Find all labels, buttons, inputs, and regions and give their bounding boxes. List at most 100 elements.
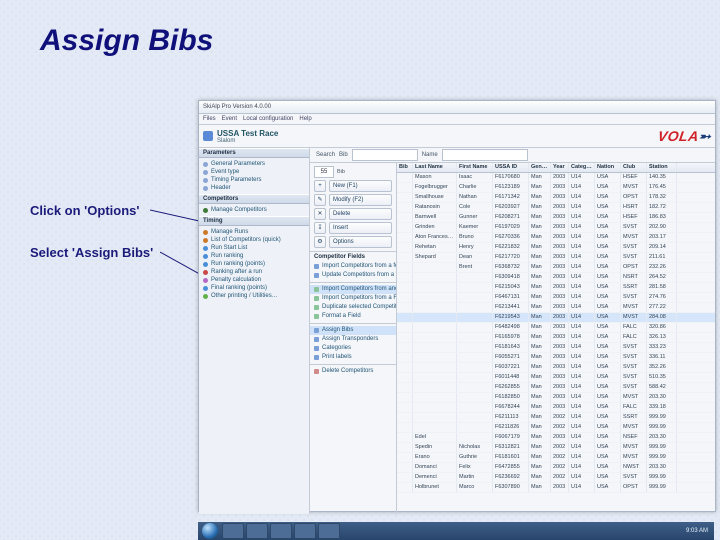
insert-button[interactable]: Insert <box>329 222 392 234</box>
table-row[interactable]: EdelF6067179Man2003U14USANSEF203.30 <box>397 433 715 443</box>
options-menu-item[interactable]: Duplicate selected Competitor <box>310 303 396 312</box>
sidebar-item[interactable]: Manage Competitors <box>199 206 309 214</box>
name-input[interactable] <box>442 149 528 161</box>
sidebar-item[interactable]: Event type <box>199 168 309 176</box>
table-row[interactable]: F6165978Man2003U14USAFALC326.13 <box>397 333 715 343</box>
table-row[interactable]: F6262855Man2003U14USASVST588.42 <box>397 383 715 393</box>
table-row[interactable]: ShepardDeanF6217720Man2003U14USASVST211.… <box>397 253 715 263</box>
options-menu-item[interactable]: Categories <box>310 344 396 353</box>
menu-item[interactable]: Help <box>299 116 311 122</box>
table-row[interactable]: F6213441Man2003U14USAMVST277.22 <box>397 303 715 313</box>
table-row[interactable]: F6467131Man2003U14USASVST274.76 <box>397 293 715 303</box>
delete-button[interactable]: Delete <box>329 208 392 220</box>
taskbar-item[interactable] <box>270 523 292 539</box>
options-menu-item[interactable]: Delete Competitors <box>310 367 396 376</box>
options-menu-item[interactable]: Format a Field <box>310 312 396 321</box>
taskbar-item[interactable] <box>246 523 268 539</box>
table-row[interactable]: F6678244Man2003U14USAFALC339.18 <box>397 403 715 413</box>
table-row[interactable]: Aton FranceschiBrunoF6270336Man2003U14US… <box>397 233 715 243</box>
table-row[interactable]: F6181643Man2003U14USASVST333.23 <box>397 343 715 353</box>
table-row[interactable]: F6182850Man2003U14USAMVST203.30 <box>397 393 715 403</box>
options-icon[interactable]: ⚙ <box>314 236 326 248</box>
taskbar-item[interactable] <box>222 523 244 539</box>
taskbar[interactable]: 9:03 AM <box>198 522 714 540</box>
grid-cell: USA <box>595 283 621 292</box>
app-menu[interactable]: Files Event Local configuration Help <box>199 114 715 125</box>
sidebar-item[interactable]: Header <box>199 184 309 192</box>
new-button[interactable]: New (F1) <box>329 180 392 192</box>
grid-col-header[interactable]: First Name <box>457 163 493 172</box>
table-row[interactable]: RatanosinColeF6203927Man2003U14USAHSRT18… <box>397 203 715 213</box>
sidebar-item[interactable]: Final ranking (points) <box>199 284 309 292</box>
delete-icon[interactable]: ✕ <box>314 208 326 220</box>
options-menu-item[interactable]: Print labels <box>310 353 396 362</box>
taskbar-item[interactable] <box>318 523 340 539</box>
table-row[interactable]: DemenciMartinF6236692Man2002U14USASVST99… <box>397 473 715 483</box>
pane-timing-header[interactable]: Timing <box>199 216 309 226</box>
table-row[interactable]: DomanciFelixF6472855Man2002U14USANWST203… <box>397 463 715 473</box>
table-row[interactable]: F6215043Man2003U14USASSRT281.58 <box>397 283 715 293</box>
sidebar-item[interactable]: Other printing / Utilities… <box>199 292 309 300</box>
grid-col-header[interactable]: USSA ID <box>493 163 529 172</box>
modify-icon[interactable]: ✎ <box>314 194 326 206</box>
table-row[interactable]: F6309418Man2003U14USANSRT264.52 <box>397 273 715 283</box>
table-row[interactable]: HolbrunetMarcoF6307890Man2003U14USAOPST9… <box>397 483 715 493</box>
grid-col-header[interactable]: Bib <box>397 163 413 172</box>
menu-item[interactable]: Event <box>222 116 237 122</box>
options-menu-item[interactable]: Import Competitors from a federation fil… <box>310 262 396 271</box>
pane-competitors-header[interactable]: Competitors <box>199 194 309 204</box>
options-menu-item[interactable]: Import Competitors from a File <box>310 294 396 303</box>
sidebar-item[interactable]: List of Competitors (quick) <box>199 236 309 244</box>
menu-item[interactable]: Files <box>203 116 216 122</box>
table-row[interactable]: EranoGuthrieF6181601Man2002U14USAMVST999… <box>397 453 715 463</box>
taskbar-item[interactable] <box>294 523 316 539</box>
table-row[interactable]: SmallhouseNathanF6171342Man2003U14USAOPS… <box>397 193 715 203</box>
table-row[interactable]: F6055271Man2003U14USASVST336.11 <box>397 353 715 363</box>
grid-col-header[interactable]: Last Name <box>413 163 457 172</box>
options-button[interactable]: Options <box>329 236 392 248</box>
grid-cell: USA <box>595 193 621 202</box>
grid-col-header[interactable]: Nation <box>595 163 621 172</box>
menu-item[interactable]: Local configuration <box>243 116 293 122</box>
bib-input[interactable] <box>352 149 418 161</box>
grid-col-header[interactable]: Gender <box>529 163 551 172</box>
grid-col-header[interactable]: Club <box>621 163 647 172</box>
sidebar-item[interactable]: Run ranking <box>199 252 309 260</box>
table-row[interactable]: GrindenKaemerF6197029Man2003U14USASVST20… <box>397 223 715 233</box>
sidebar-item[interactable]: Penalty calculation <box>199 276 309 284</box>
options-menu-item[interactable]: Import Competitors from another event <box>310 285 396 294</box>
table-row[interactable]: BarnwellGunnerF6208271Man2003U14USAHSEF1… <box>397 213 715 223</box>
table-row[interactable]: MasonIsaacF6170680Man2003U14USAHSEF140.3… <box>397 173 715 183</box>
table-row[interactable]: F6037221Man2003U14USASVST352.26 <box>397 363 715 373</box>
grid-cell: 999.99 <box>647 473 677 482</box>
sidebar-item[interactable]: Ranking after a run <box>199 268 309 276</box>
table-row[interactable]: F6219543Man2003U14USAMVST284.08 <box>397 313 715 323</box>
options-menu-item[interactable]: Assign Transponders <box>310 335 396 344</box>
grid-header[interactable]: BibLast NameFirst NameUSSA IDGenderYearC… <box>397 163 715 173</box>
table-row[interactable]: F6211826Man2002U14USAMVST999.99 <box>397 423 715 433</box>
grid-body[interactable]: MasonIsaacF6170680Man2003U14USAHSEF140.3… <box>397 173 715 493</box>
pane-parameters-header[interactable]: Parameters <box>199 148 309 158</box>
table-row[interactable]: F6211113Man2002U14USASSRT999.99 <box>397 413 715 423</box>
start-orb[interactable] <box>202 523 218 539</box>
sidebar-item[interactable]: Manage Runs <box>199 228 309 236</box>
options-menu-item[interactable]: Update Competitors from a federation fil… <box>310 271 396 280</box>
sidebar-item[interactable]: Run ranking (points) <box>199 260 309 268</box>
table-row[interactable]: F6011448Man2003U14USASVST510.35 <box>397 373 715 383</box>
table-row[interactable]: F6482498Man2003U14USAFALC320.86 <box>397 323 715 333</box>
table-row[interactable]: SpedinNicholasF6312821Man2002U14USAMVST9… <box>397 443 715 453</box>
grid-col-header[interactable]: Year <box>551 163 569 172</box>
table-row[interactable]: BrentF6368732Man2003U14USAOPST232.26 <box>397 263 715 273</box>
sidebar-item-icon <box>203 246 208 251</box>
sidebar-item[interactable]: Run Start List <box>199 244 309 252</box>
insert-icon[interactable]: ↧ <box>314 222 326 234</box>
modify-button[interactable]: Modify (F2) <box>329 194 392 206</box>
options-menu-item[interactable]: Assign Bibs <box>310 326 396 335</box>
sidebar-item[interactable]: Timing Parameters <box>199 176 309 184</box>
table-row[interactable]: RehetanHenryF6221832Man2003U14USASVST209… <box>397 243 715 253</box>
grid-col-header[interactable]: Station <box>647 163 677 172</box>
table-row[interactable]: FogelbruggerCharlieF6123189Man2003U14USA… <box>397 183 715 193</box>
grid-col-header[interactable]: Category <box>569 163 595 172</box>
new-icon[interactable]: + <box>314 180 326 192</box>
sidebar-item[interactable]: General Parameters <box>199 160 309 168</box>
